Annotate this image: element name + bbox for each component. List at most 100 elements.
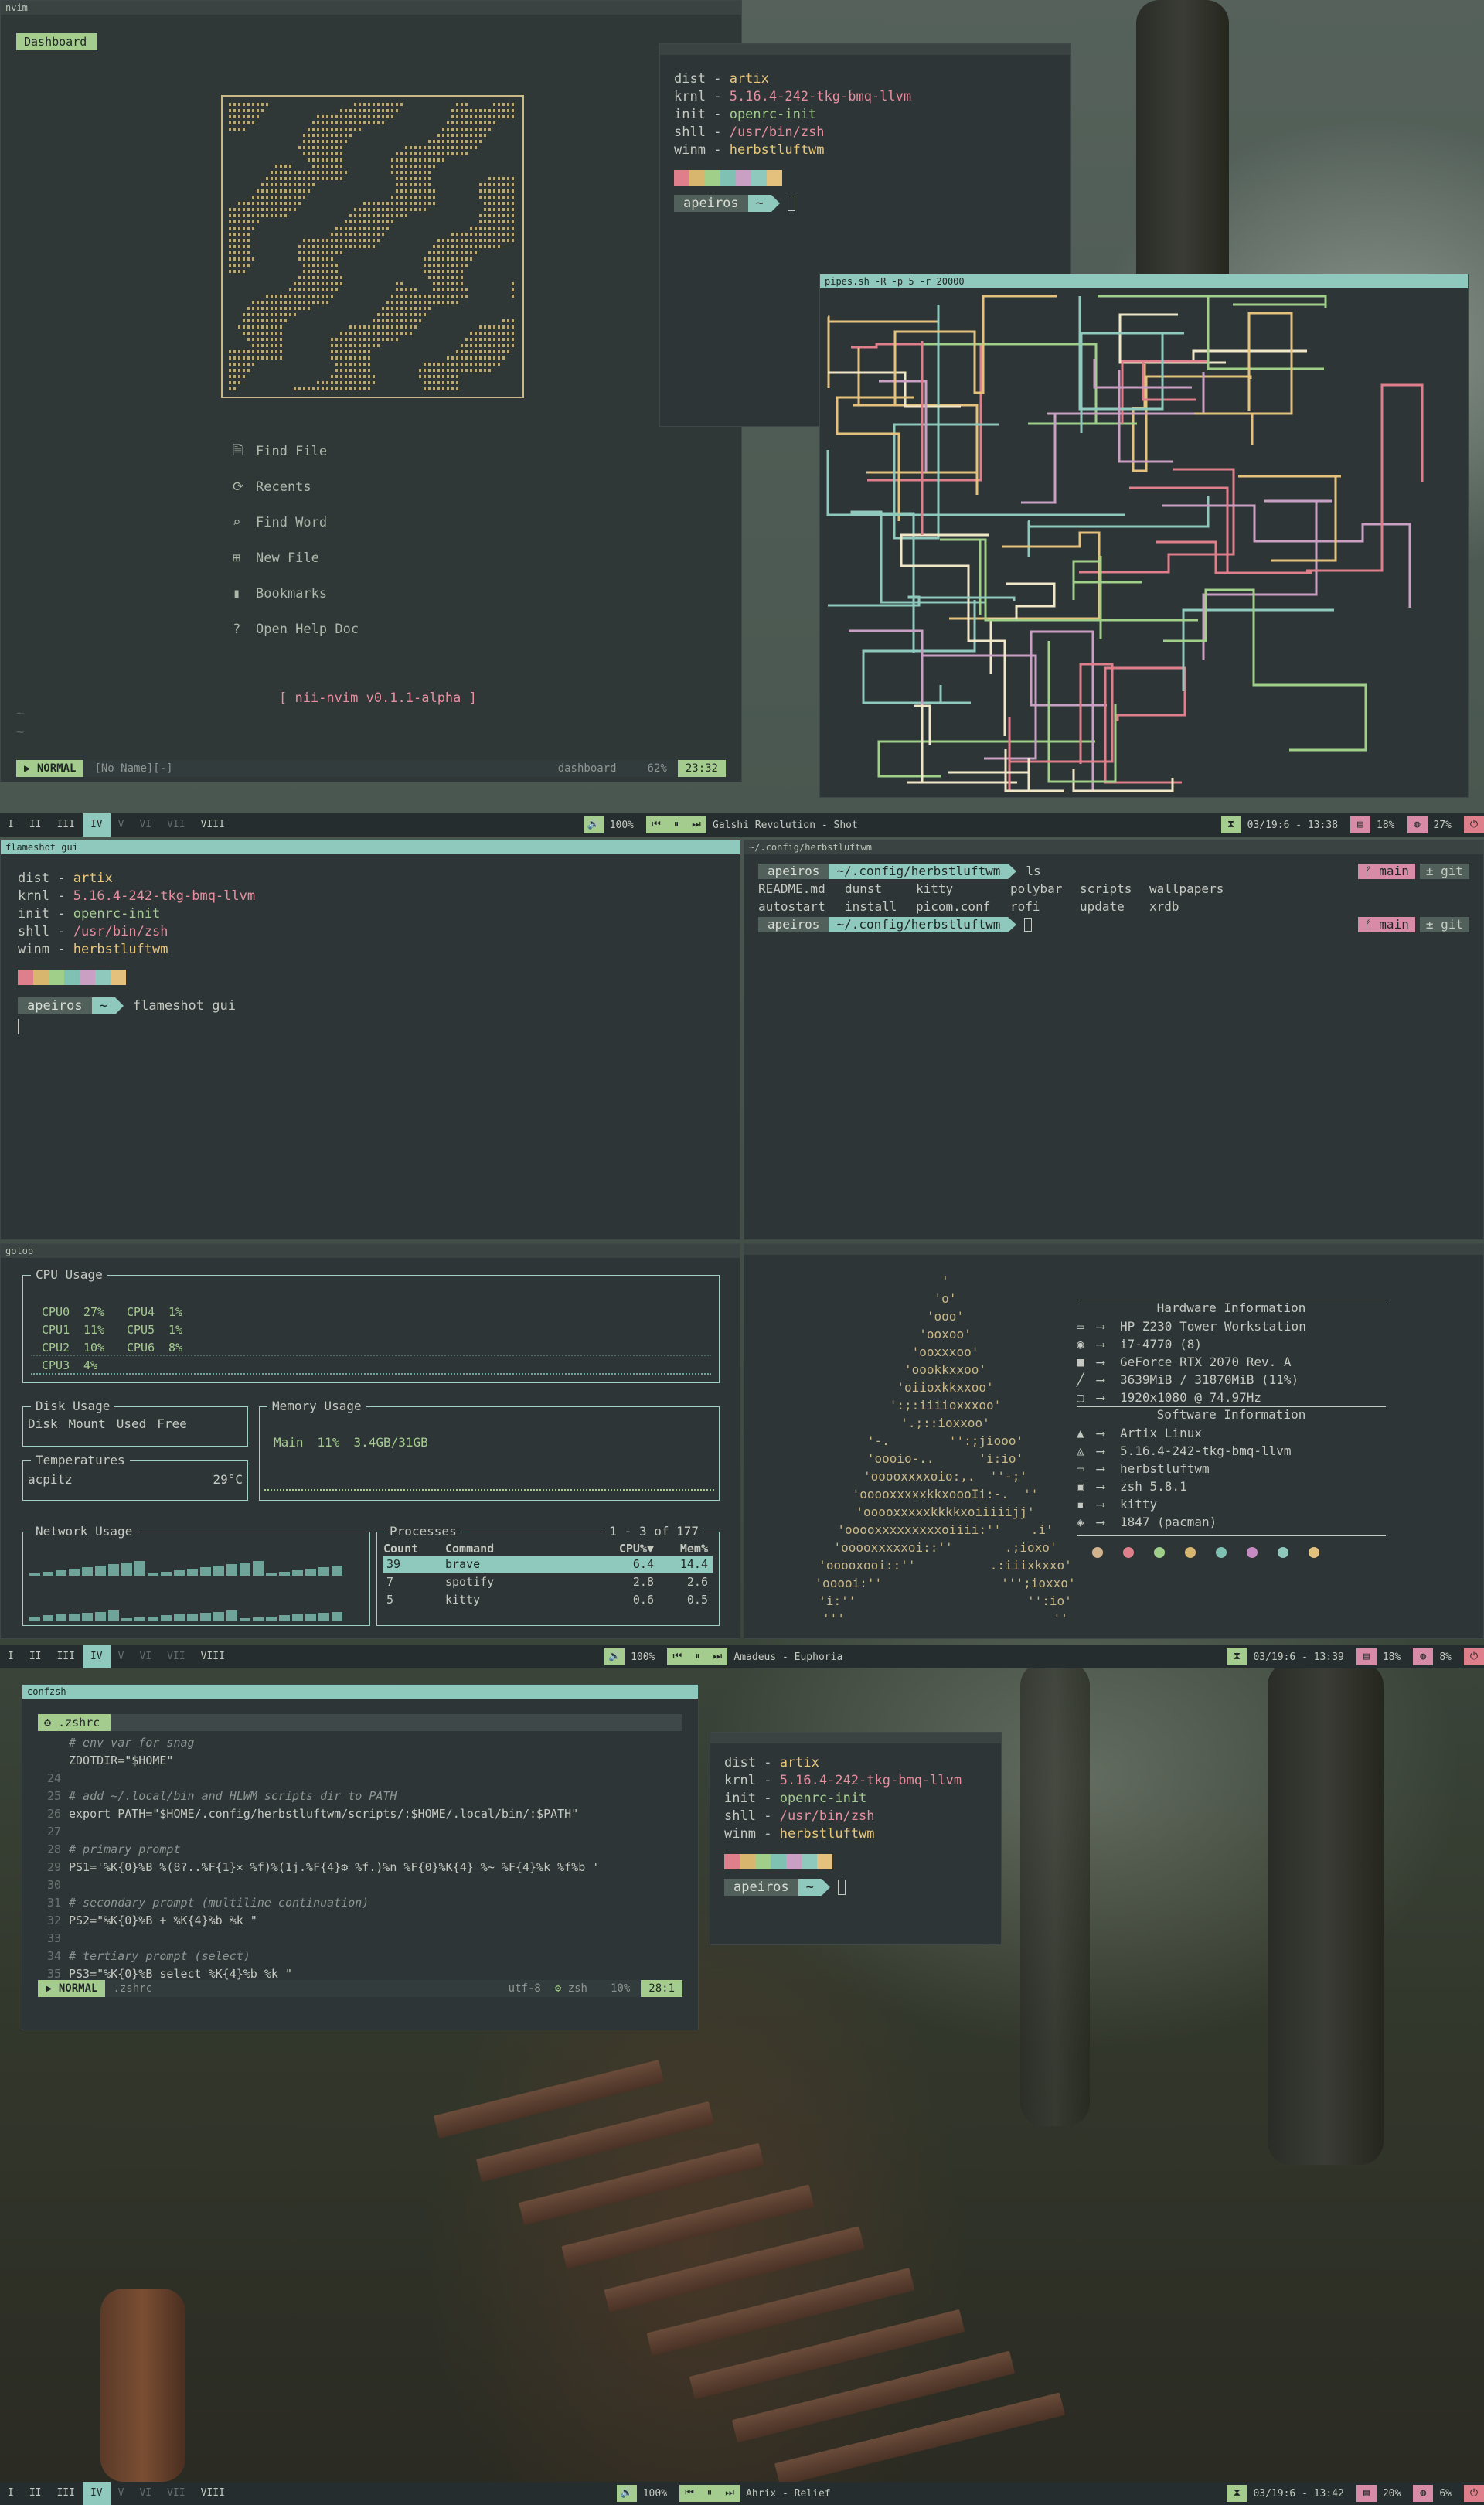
- color-dot: [1247, 1547, 1258, 1558]
- next-icon[interactable]: ⏭: [686, 816, 706, 833]
- workspace-tag[interactable]: VII: [159, 813, 192, 837]
- workspace-tag[interactable]: III: [49, 2482, 82, 2505]
- workspace-tag[interactable]: VIII: [193, 813, 233, 837]
- workspace-tag[interactable]: IV: [82, 2482, 111, 2505]
- volume-icon: 🔊: [583, 816, 604, 833]
- now-playing: Ahrix - Relief: [746, 2487, 831, 2500]
- cpu-module: ◍ 8%: [1413, 1648, 1458, 1665]
- memory-icon: ▤: [1350, 816, 1371, 833]
- workspace-tag[interactable]: I: [0, 1645, 22, 1668]
- menu-item[interactable]: 🗎 Find File: [233, 434, 359, 469]
- color-dot: [1309, 1547, 1319, 1558]
- table-row[interactable]: 39 brave 6.4 14.4: [383, 1556, 713, 1573]
- fetch-line: krnl - 5.16.4-242-tkg-bmq-llvm: [18, 888, 256, 904]
- code-editor[interactable]: # env var for snag ZDOTDIR="$HOME" 24 25 # a…: [38, 1734, 599, 1983]
- flameshot-terminal[interactable]: flameshot gui dist - artix krnl - 5.16.4-…: [0, 840, 740, 1240]
- workspace-tag[interactable]: VII: [159, 2482, 192, 2505]
- memory-icon: ╱: [1077, 1372, 1084, 1387]
- code-line: 31 # secondary prompt (multiline continua…: [46, 1896, 369, 1910]
- volume-module[interactable]: 🔊 100%: [604, 1648, 661, 1665]
- workspace-tag[interactable]: V: [111, 2482, 132, 2505]
- workspace-tag[interactable]: VII: [159, 1645, 192, 1668]
- kernel-icon: ◬: [1077, 1443, 1084, 1458]
- git-branch: ᚠ main: [1358, 863, 1415, 879]
- table-header: Count Command CPU%▼ Mem%: [383, 1542, 708, 1556]
- date-module: ⧗ 03/19:6 - 13:42: [1227, 2485, 1350, 2502]
- buffer-tab[interactable]: ⚙ .zshrc: [38, 1714, 111, 1731]
- shell-prompt: apeiros ~ flameshot gui: [18, 997, 723, 1014]
- sysinfo-terminal[interactable]: ''o''ooo''ooxoo''ooxxxoo''oookkxxoo''oii…: [744, 1243, 1484, 1639]
- cpu-usage-panel: CPU Usage CPU0 27% CPU4 1% CPU1 11% CPU5 1% CPU2…: [22, 1267, 720, 1383]
- mode-indicator: ▶ NORMAL: [38, 1980, 106, 1997]
- workspace-tag[interactable]: III: [49, 1645, 82, 1668]
- window-icon: ▭: [1077, 1461, 1084, 1476]
- workspace-tag[interactable]: IV: [82, 1645, 111, 1668]
- table-row[interactable]: 7 spotify 2.8 2.6: [383, 1573, 713, 1591]
- workspace-tag[interactable]: VIII: [193, 2482, 233, 2505]
- status-bar: I II III IV V VI VII VIII 🔊 100% ⏮ ⏸ ⏭ Amadeus - Euph…: [0, 1645, 1484, 1668]
- workspace-tag[interactable]: VI: [131, 1645, 159, 1668]
- hw-row: ▢ ⟶ 1920x1080 @ 74.97Hz: [1077, 1390, 1262, 1405]
- tree-trunk: [1268, 1662, 1384, 2165]
- scroll-percent: 10%: [610, 1982, 631, 1995]
- pause-icon[interactable]: ⏸: [666, 816, 686, 833]
- workspace-tag[interactable]: V: [111, 1645, 132, 1668]
- pause-icon[interactable]: ⏸: [699, 2485, 720, 2502]
- table-row[interactable]: 5 kitty 0.6 0.5: [383, 1591, 713, 1609]
- workspace-tag[interactable]: II: [22, 813, 49, 837]
- git-indicator: ± git: [1419, 863, 1469, 879]
- previous-icon[interactable]: ⏮: [679, 2485, 700, 2502]
- dashboard-ascii-logo: [221, 95, 524, 398]
- power-button[interactable]: ⏻: [1464, 1648, 1484, 1665]
- color-swatches: [724, 1854, 987, 1869]
- workspace-tag[interactable]: VI: [131, 813, 159, 837]
- plus-icon: ⊞: [233, 550, 241, 566]
- cpu-icon: ◉: [1077, 1337, 1084, 1351]
- memory-usage-panel: Memory Usage Main 11% 3.4GB/31GB: [259, 1399, 720, 1501]
- sw-row: ▭ ⟶ herbstluftwm: [1077, 1461, 1210, 1476]
- media-controls: ⏮ ⏸ ⏭ Amadeus - Euphoria: [667, 1648, 849, 1665]
- disk-usage-panel: Disk Usage Disk Mount Used Free: [22, 1399, 248, 1447]
- volume-module[interactable]: 🔊 100%: [616, 2485, 673, 2502]
- filetype: dashboard: [557, 762, 617, 775]
- prompt-user: apeiros: [758, 863, 829, 879]
- ls-entry: rofi: [1010, 899, 1040, 914]
- power-button[interactable]: ⏻: [1464, 2485, 1484, 2502]
- volume-module[interactable]: 🔊 100%: [583, 816, 640, 833]
- workspace-tag[interactable]: II: [22, 1645, 49, 1668]
- gotop-window[interactable]: gotop CPU Usage CPU0 27% CPU4 1% CPU1 11% CPU5…: [0, 1243, 740, 1639]
- workspace-tag[interactable]: I: [0, 813, 22, 837]
- power-icon: ⏻: [1464, 1648, 1484, 1665]
- fetch-terminal-2[interactable]: dist - artix krnl - 5.16.4-242-tkg-bmq-ll…: [710, 1732, 1002, 1945]
- nvim-window[interactable]: nvim Dashboard 🗎 Find File ⟳ Recents ⌕ Find W…: [0, 0, 742, 782]
- pause-icon[interactable]: ⏸: [687, 1648, 708, 1665]
- previous-icon[interactable]: ⏮: [667, 1648, 688, 1665]
- menu-item[interactable]: ▮ Bookmarks: [233, 576, 359, 612]
- menu-item[interactable]: ⊞ New File: [233, 540, 359, 576]
- workspace-tag[interactable]: II: [22, 2482, 49, 2505]
- next-icon[interactable]: ⏭: [720, 2485, 740, 2502]
- herbstluftwm-terminal[interactable]: ~/.config/herbstluftwm apeiros ~/.config…: [744, 840, 1484, 1240]
- pipes-terminal[interactable]: pipes.sh -R -p 5 -r 20000: [819, 274, 1469, 798]
- menu-item[interactable]: ⌕ Find Word: [233, 505, 359, 540]
- power-button[interactable]: ⏻: [1464, 816, 1484, 833]
- workspace-tag[interactable]: V: [111, 813, 132, 837]
- fetch-line: winm - herbstluftwm: [18, 942, 168, 957]
- workspace-tag[interactable]: VI: [131, 2482, 159, 2505]
- prompt-user: apeiros: [758, 916, 829, 932]
- previous-icon[interactable]: ⏮: [646, 816, 666, 833]
- fetch-output: dist - artix krnl - 5.16.4-242-tkg-bmq-ll…: [710, 1743, 1001, 1907]
- workspace-tag[interactable]: IV: [82, 813, 111, 837]
- workspace-tag[interactable]: VIII: [193, 1645, 233, 1668]
- confzsh-editor[interactable]: confzsh ⚙ .zshrc # env var for snag ZDOTD…: [22, 1684, 699, 2030]
- editor-statusline: ▶ NORMAL .zshrc utf-8 ⚙ zsh 10% 28:1: [38, 1980, 682, 1997]
- software-title: Software Information: [1077, 1406, 1386, 1424]
- terminal-output: apeiros ~/.config/herbstluftwm ls ᚠ main…: [744, 854, 1483, 941]
- workspace-tag[interactable]: I: [0, 2482, 22, 2505]
- next-icon[interactable]: ⏭: [707, 1648, 728, 1665]
- workspace-tag[interactable]: III: [49, 813, 82, 837]
- dashboard-tab[interactable]: Dashboard: [16, 33, 98, 50]
- menu-item[interactable]: ? Open Help Doc: [233, 612, 359, 647]
- network-usage-panel: Network Usage: [22, 1524, 370, 1626]
- menu-item[interactable]: ⟳ Recents: [233, 469, 359, 505]
